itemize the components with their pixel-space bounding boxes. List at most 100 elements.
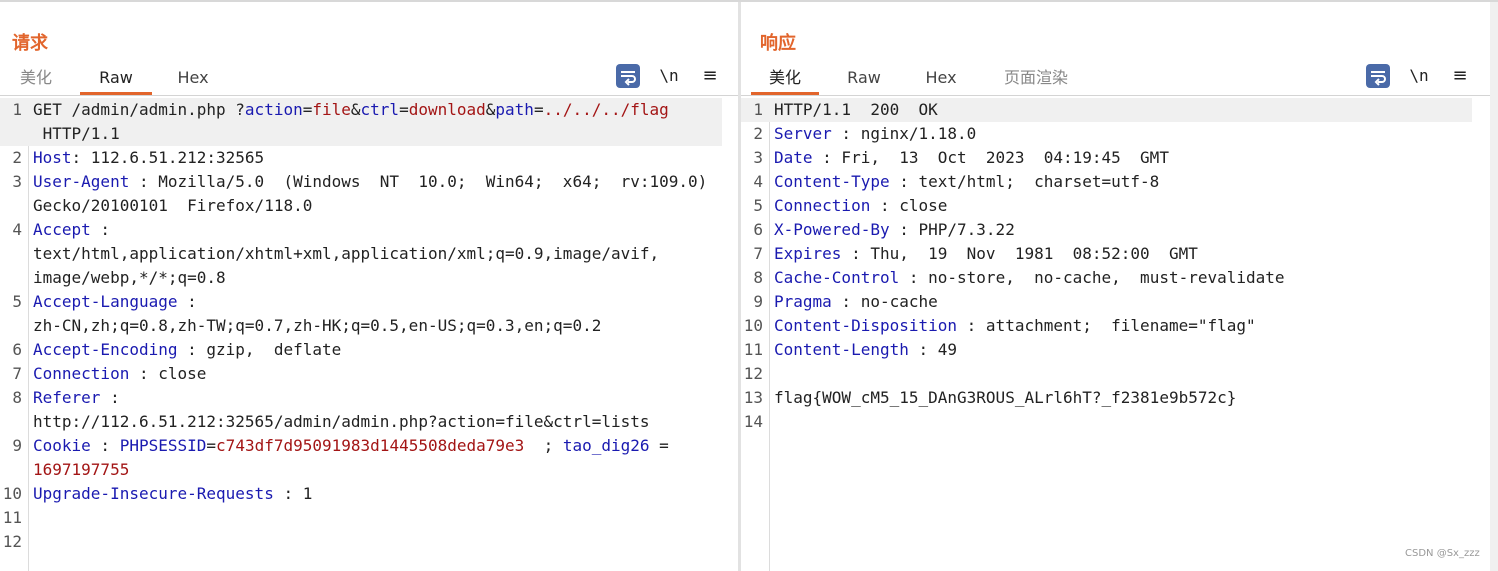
line-number: 8: [753, 268, 763, 287]
request-wrap-button[interactable]: [616, 64, 640, 88]
line-code: Content-Length : 49: [774, 338, 1472, 362]
line-code: Connection : close: [774, 194, 1472, 218]
code-text: : 1: [273, 484, 313, 503]
line-number: 9: [753, 292, 763, 311]
response-line: 5 Connection : close: [741, 194, 1472, 218]
header-name: Cache-Control: [774, 268, 900, 287]
response-line: 13 flag{WOW_cM5_15_DAnG3ROUS_ALrl6hT?_f23…: [741, 386, 1472, 410]
code-text: : nginx/1.18.0: [831, 124, 977, 143]
tab-response-render[interactable]: 页面渲染: [995, 66, 1077, 92]
header-name: Content-Disposition: [774, 316, 958, 335]
tab-request-hex[interactable]: Hex: [165, 66, 221, 92]
request-menu-icon[interactable]: ≡: [698, 64, 722, 88]
code-text: GET /admin/admin.php ?: [33, 100, 245, 119]
line-number: 8: [12, 388, 22, 407]
line-code: Host: 112.6.51.212:32565: [33, 146, 722, 170]
header-name: Accept-Language: [33, 292, 178, 311]
request-line: 1 GET /admin/admin.php ?action=file&ctrl=…: [0, 98, 722, 146]
line-code: Content-Disposition : attachment; filena…: [774, 314, 1472, 338]
line-code: flag{WOW_cM5_15_DAnG3ROUS_ALrl6hT?_f2381…: [774, 386, 1472, 410]
header-name: Content-Type: [774, 172, 890, 191]
response-wrap-button[interactable]: [1366, 64, 1390, 88]
code-text: :: [90, 436, 120, 455]
header-name: Cookie: [33, 436, 91, 455]
line-number: 7: [753, 244, 763, 263]
code-text: : Fri, 13 Oct 2023 04:19:45 GMT: [812, 148, 1169, 167]
code-text: : text/html,application/xhtml+xml,applic…: [33, 220, 660, 287]
response-newline-toggle[interactable]: \n: [1407, 64, 1431, 88]
line-number: 5: [12, 292, 22, 311]
line-code: [33, 506, 722, 530]
code-text: HTTP/1.1 200 OK: [774, 100, 938, 119]
header-name: Expires: [774, 244, 842, 263]
response-line: 9 Pragma : no-cache: [741, 290, 1472, 314]
line-code: [33, 530, 722, 554]
header-name: PHPSESSID: [119, 436, 207, 455]
tab-request-pretty[interactable]: 美化: [10, 66, 62, 92]
line-number: 13: [743, 388, 763, 407]
response-pane: 响应 美化 Raw Hex 页面渲染 \n ≡ 1 HTTP/1.1 200 OK…: [741, 2, 1498, 571]
tab-response-hex[interactable]: Hex: [913, 66, 969, 92]
code-text: : text/html; charset=utf-8: [889, 172, 1160, 191]
header-name: action: [244, 100, 303, 119]
header-name: X-Powered-By: [774, 220, 890, 239]
request-line: 12: [0, 530, 722, 554]
header-name: User-Agent: [33, 172, 130, 191]
line-number: 10: [743, 316, 763, 335]
code-text: =: [399, 100, 409, 119]
request-line: 4 Accept : text/html,application/xhtml+xm…: [0, 218, 722, 290]
line-number: 3: [753, 148, 763, 167]
code-text: : 49: [908, 340, 958, 359]
code-text: HTTP/1.1: [42, 124, 120, 143]
header-name: Content-Length: [774, 340, 909, 359]
request-line: 11: [0, 506, 722, 530]
header-name: Accept: [33, 220, 91, 239]
line-code: Server : nginx/1.18.0: [774, 122, 1472, 146]
line-code: Connection : close: [33, 362, 722, 386]
request-editor[interactable]: 1 GET /admin/admin.php ?action=file&ctrl=…: [0, 98, 738, 571]
vertical-scrollbar[interactable]: [1490, 2, 1498, 571]
line-code: [774, 362, 1472, 386]
line-code: Cache-Control : no-store, no-cache, must…: [774, 266, 1472, 290]
header-name: Accept-Encoding: [33, 340, 178, 359]
tab-response-raw[interactable]: Raw: [835, 66, 893, 92]
line-number: 2: [12, 148, 22, 167]
line-number: 6: [12, 340, 22, 359]
line-code: Accept : text/html,application/xhtml+xml…: [33, 218, 722, 290]
tab-response-pretty[interactable]: 美化: [751, 66, 819, 95]
tab-request-raw[interactable]: Raw: [80, 66, 152, 95]
code-text: : gzip, deflate: [177, 340, 342, 359]
line-code: Expires : Thu, 19 Nov 1981 08:52:00 GMT: [774, 242, 1472, 266]
response-line: 4 Content-Type : text/html; charset=utf-8: [741, 170, 1472, 194]
response-title: 响应: [760, 33, 796, 54]
response-lines: 1 HTTP/1.1 200 OK 2 Server : nginx/1.18.0 3 D…: [741, 98, 1472, 434]
line-number: 7: [12, 364, 22, 383]
code-text: &: [485, 100, 496, 119]
line-number: 14: [743, 412, 763, 431]
request-line: 5 Accept-Language : zh-CN,zh;q=0.8,zh-TW;…: [0, 290, 722, 338]
param-value: download: [408, 100, 486, 119]
response-line: 3 Date : Fri, 13 Oct 2023 04:19:45 GMT: [741, 146, 1472, 170]
response-line: 14: [741, 410, 1472, 434]
response-menu-icon[interactable]: ≡: [1448, 64, 1472, 88]
response-editor[interactable]: 1 HTTP/1.1 200 OK 2 Server : nginx/1.18.0 3 D…: [741, 98, 1498, 571]
request-line: 7 Connection : close: [0, 362, 722, 386]
header-name: Date: [774, 148, 813, 167]
line-number: 3: [12, 172, 22, 191]
watermark: CSDN @Sx_zzz: [1405, 548, 1480, 559]
line-code: Pragma : no-cache: [774, 290, 1472, 314]
line-code: [774, 410, 1472, 434]
request-newline-toggle[interactable]: \n: [657, 64, 681, 88]
header-name: tao_dig26: [562, 436, 650, 455]
line-number: 11: [2, 508, 22, 527]
header-name: Upgrade-Insecure-Requests: [33, 484, 274, 503]
response-line: 11 Content-Length : 49: [741, 338, 1472, 362]
response-line: 7 Expires : Thu, 19 Nov 1981 08:52:00 GMT: [741, 242, 1472, 266]
code-text: : 112.6.51.212:32565: [71, 148, 265, 167]
line-number: 9: [12, 436, 22, 455]
code-text: &: [350, 100, 361, 119]
request-line: 10 Upgrade-Insecure-Requests : 1: [0, 482, 722, 506]
code-text: : attachment; filename="flag": [957, 316, 1256, 335]
param-value: file: [312, 100, 351, 119]
code-text: =: [302, 100, 313, 119]
